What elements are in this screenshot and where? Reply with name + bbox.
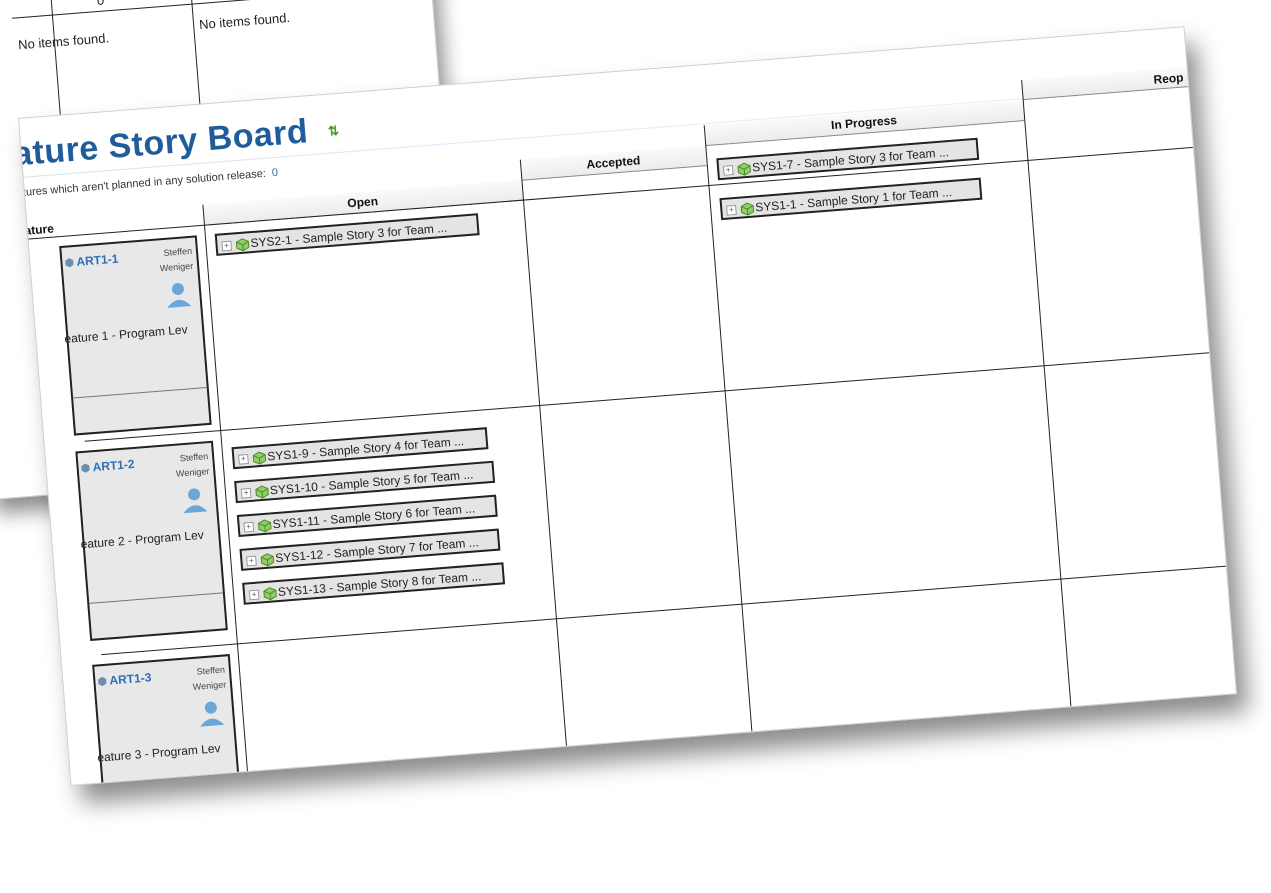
story-label: SYS1-9 - Sample Story 4 for Team ... bbox=[266, 434, 465, 464]
feature-id-link[interactable]: ART1-3 bbox=[109, 670, 152, 687]
owner-last-name: Weniger bbox=[175, 466, 210, 479]
story-cube-icon bbox=[260, 553, 275, 567]
column-header-accepted: Accepted bbox=[519, 145, 707, 181]
story-card[interactable]: + SYS1-11 - Sample Story 6 for Team ... bbox=[236, 494, 498, 537]
story-card[interactable]: + SYS1-13 - Sample Story 8 for Team ... bbox=[242, 562, 506, 605]
owner-last-name: Weniger bbox=[192, 679, 227, 693]
feature-cube-icon: ⬢ bbox=[80, 462, 91, 476]
story-cube-icon bbox=[263, 586, 277, 601]
feature-id-link[interactable]: ART1-1 bbox=[76, 252, 119, 269]
card-divider bbox=[89, 592, 223, 604]
story-label: SYS1-7 - Sample Story 3 for Team ... bbox=[751, 145, 950, 175]
expand-icon[interactable]: + bbox=[246, 555, 257, 567]
feature-card[interactable]: ⬢ ART1-1 Steffen Weniger eature 1 - Prog… bbox=[59, 235, 212, 436]
story-label: SYS1-12 - Sample Story 7 for Team ... bbox=[274, 535, 480, 566]
story-cube-icon bbox=[255, 485, 269, 499]
column-header-reopened: Reop bbox=[1021, 67, 1189, 101]
avatar-icon bbox=[167, 282, 192, 308]
empty-message: No items found. bbox=[17, 30, 110, 53]
expand-icon[interactable]: + bbox=[243, 521, 255, 533]
expand-icon[interactable]: + bbox=[238, 453, 249, 465]
refresh-icon[interactable]: ⇅ bbox=[327, 123, 340, 139]
avatar-icon bbox=[183, 488, 208, 514]
feature-id-link[interactable]: ART1-2 bbox=[92, 457, 135, 474]
story-card[interactable]: + SYS1-1 - Sample Story 1 for Team ... bbox=[719, 177, 983, 221]
feature-title: eature 1 - Program Lev bbox=[63, 322, 189, 347]
story-cube-icon bbox=[235, 238, 250, 252]
page-title: eature Story Board ⇅ bbox=[18, 110, 341, 176]
feature-title: eature 3 - Program Lev bbox=[96, 741, 222, 765]
expand-icon[interactable]: + bbox=[248, 589, 260, 601]
unplanned-count-link[interactable]: 0 bbox=[271, 167, 278, 179]
feature-card[interactable]: ⬢ ART1-2 Steffen Weniger eature 2 - Prog… bbox=[75, 440, 228, 641]
story-card[interactable]: + SYS1-9 - Sample Story 4 for Team ... bbox=[231, 427, 489, 470]
avatar-icon bbox=[200, 701, 225, 727]
card-divider bbox=[73, 387, 207, 399]
empty-message: No items found. bbox=[198, 9, 291, 33]
story-label: SYS1-13 - Sample Story 8 for Team ... bbox=[277, 569, 482, 600]
feature-story-board: eature Story Board ⇅ atures which aren't… bbox=[18, 26, 1237, 786]
unplanned-features-info: atures which aren't planned in any solut… bbox=[18, 167, 279, 200]
grid-line bbox=[519, 159, 567, 746]
story-cube-icon bbox=[737, 162, 751, 176]
expand-icon[interactable]: + bbox=[221, 240, 233, 252]
story-label: SYS1-10 - Sample Story 5 for Team ... bbox=[269, 467, 474, 498]
feature-cube-icon: ⬢ bbox=[97, 675, 108, 689]
feature-owner: Steffen Weniger bbox=[180, 662, 226, 695]
story-label: SYS1-1 - Sample Story 1 for Team ... bbox=[754, 184, 953, 215]
expand-icon[interactable]: + bbox=[722, 164, 734, 176]
feature-owner: Steffen Weniger bbox=[148, 244, 194, 277]
story-label: SYS2-1 - Sample Story 3 for Team ... bbox=[249, 220, 448, 251]
expand-icon[interactable]: + bbox=[240, 487, 252, 499]
feature-owner: Steffen Weniger bbox=[164, 449, 210, 482]
feature-card[interactable]: ⬢ ART1-3 Steffen Weniger eature 3 - Prog… bbox=[92, 654, 245, 786]
owner-last-name: Weniger bbox=[159, 260, 194, 274]
story-cube-icon bbox=[258, 519, 272, 533]
grid-line bbox=[1021, 80, 1072, 707]
grid-line bbox=[101, 565, 1228, 656]
story-label: SYS1-11 - Sample Story 6 for Team ... bbox=[272, 501, 476, 532]
story-cube-icon bbox=[740, 202, 755, 216]
story-cube-icon bbox=[252, 451, 267, 465]
feature-cube-icon: ⬢ bbox=[64, 257, 75, 270]
expand-icon[interactable]: + bbox=[726, 204, 737, 216]
feature-title: eature 2 - Program Lev bbox=[80, 527, 205, 552]
unplanned-label: atures which aren't planned in any solut… bbox=[18, 167, 267, 200]
grid-line bbox=[84, 352, 1212, 442]
count-value: 0 bbox=[96, 0, 105, 9]
